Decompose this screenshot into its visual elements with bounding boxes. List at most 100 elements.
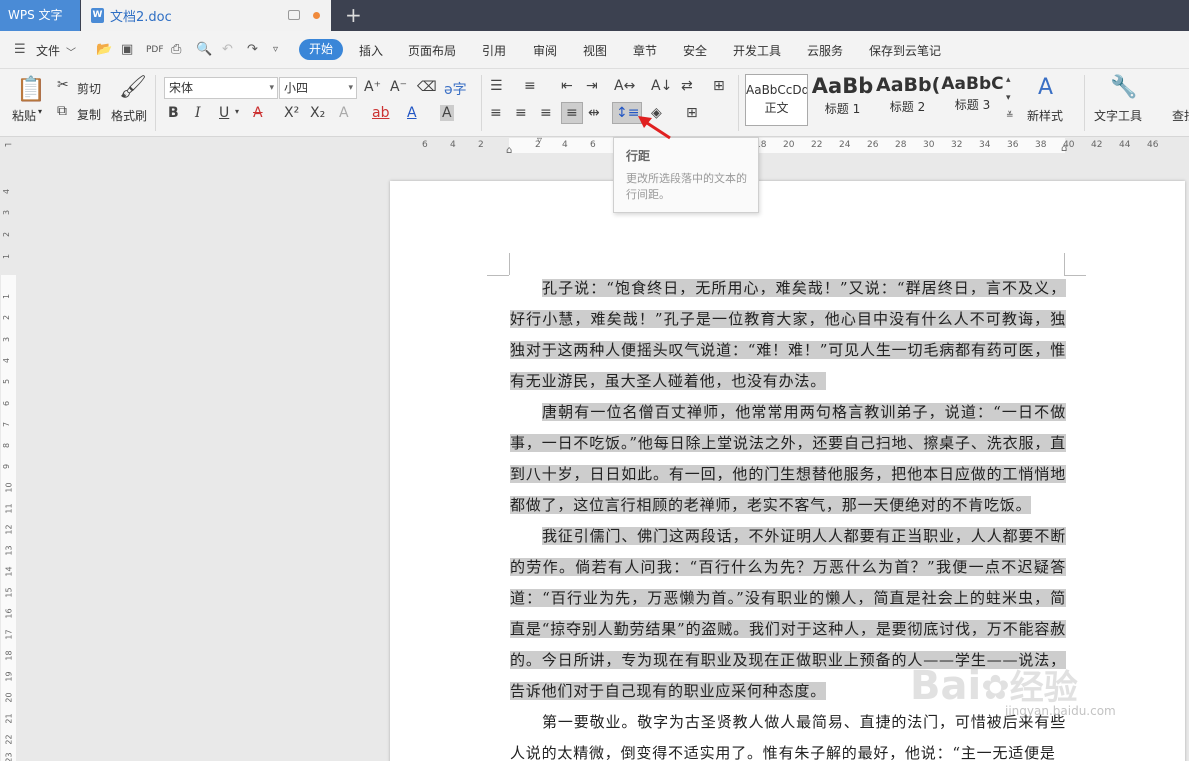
bold-icon[interactable]: B	[168, 105, 179, 121]
styles-scroll-down-icon[interactable]: ▾	[1006, 93, 1011, 103]
increase-indent-icon[interactable]: ⇥	[586, 78, 598, 94]
styles-scroll-up-icon[interactable]: ▴	[1006, 75, 1011, 85]
align-center-icon[interactable]: ≡	[515, 105, 527, 121]
clear-format-icon[interactable]: ⌫	[417, 79, 437, 95]
tab-save-to-cloud-notes[interactable]: 保存到云笔记	[869, 42, 941, 59]
paragraph[interactable]: 孔子说：“饱食终日，无所用心，难矣哉！”又说：“群居终日，言不及义，好行小慧，难…	[510, 273, 1066, 397]
underline-dropdown-icon[interactable]: ▾	[235, 107, 239, 116]
tab-insert[interactable]: 插入	[359, 42, 383, 59]
pdf-icon[interactable]: PDF	[146, 45, 164, 55]
horizontal-ruler[interactable]: ⌐ 6 4 2 2 4 6 8 10 12 14 16 18 20 22 24 …	[0, 135, 1189, 156]
align-right-icon[interactable]: ≡	[540, 105, 552, 121]
highlight-icon[interactable]: ab	[372, 105, 389, 121]
char-shading-icon[interactable]: A	[440, 105, 454, 121]
tab-developer[interactable]: 开发工具	[733, 42, 781, 59]
ruler-number: 38	[1035, 140, 1047, 150]
format-painter-button[interactable]: 格式刷	[111, 107, 147, 124]
shrink-font-icon[interactable]: A⁻	[390, 79, 407, 95]
tab-security[interactable]: 安全	[683, 42, 707, 59]
save-icon[interactable]: ▣	[121, 42, 133, 57]
first-line-indent-marker-icon[interactable]: ▿	[537, 135, 542, 146]
table-icon[interactable]: ⊞	[713, 78, 725, 94]
wrench-icon[interactable]: 🔧	[1110, 75, 1137, 100]
quick-access-dropdown-icon[interactable]: ▿	[273, 44, 278, 55]
borders-icon[interactable]: ⊞	[686, 105, 698, 121]
distributed-icon[interactable]: ⇹	[588, 105, 600, 121]
underline-icon[interactable]: U	[219, 105, 229, 121]
ribbon: 📋 粘贴 ▾ ✂ 剪切 ⧉ 复制 🖌 格式刷 宋体 ▾ 小四 ▾ A⁺ A⁻ ⌫ ə…	[0, 69, 1189, 137]
file-menu[interactable]: 文件	[36, 42, 60, 59]
paste-button[interactable]: 粘贴	[12, 107, 36, 124]
new-style-icon[interactable]: A	[1038, 75, 1053, 100]
tab-home[interactable]: 开始	[299, 39, 343, 60]
italic-icon[interactable]: I	[195, 105, 201, 121]
redo-icon[interactable]: ↷	[247, 42, 258, 57]
styles-more-icon[interactable]: ≚	[1006, 111, 1014, 121]
style-heading-2[interactable]: AaBb( 标题 2	[876, 74, 939, 126]
align-left-icon[interactable]: ≡	[490, 105, 502, 121]
superscript-icon[interactable]: X²	[284, 105, 299, 121]
format-painter-icon[interactable]: 🖌	[119, 75, 147, 100]
find-button[interactable]: 查找	[1172, 107, 1189, 124]
tab-review[interactable]: 审阅	[533, 42, 557, 59]
numbering-icon[interactable]: ≡	[524, 78, 536, 94]
font-size-select[interactable]: 小四 ▾	[279, 77, 357, 99]
open-icon[interactable]: 📂	[96, 42, 112, 57]
new-style-button[interactable]: 新样式	[1027, 107, 1063, 124]
chevron-down-icon[interactable]: ﹀	[66, 44, 76, 59]
left-indent-marker-icon[interactable]: ⌂	[506, 145, 512, 156]
margin-corner-mark	[509, 253, 510, 275]
margin-corner-mark	[1064, 253, 1065, 275]
paragraph[interactable]: 唐朝有一位名僧百丈禅师，他常常用两句格言教训弟子，说道：“一日不做事，一日不吃饭…	[510, 397, 1066, 521]
tab-view[interactable]: 视图	[583, 42, 607, 59]
style-heading-3[interactable]: AaBbC 标题 3	[941, 74, 1004, 126]
copy-button[interactable]: 复制	[77, 106, 101, 123]
print-icon[interactable]: ⎙	[171, 42, 181, 57]
annotation-arrow-icon	[638, 116, 671, 140]
subscript-icon[interactable]: X₂	[310, 105, 325, 121]
style-preview: AaBbC	[941, 74, 1004, 94]
tab-stop-selector-icon[interactable]: ⌐	[4, 140, 12, 151]
watermark-text: Bai	[910, 663, 982, 709]
app-tab[interactable]: WPS 文字	[0, 0, 80, 31]
scissors-icon[interactable]: ✂	[57, 77, 69, 93]
print-preview-icon[interactable]: 🔍	[196, 42, 212, 57]
new-tab-button[interactable]: +	[345, 3, 362, 27]
ruler-number: 6	[2, 400, 12, 407]
undo-icon[interactable]: ↶	[222, 42, 233, 57]
paste-dropdown-icon[interactable]: ▾	[38, 107, 42, 116]
copy-icon[interactable]: ⧉	[57, 103, 67, 119]
ruler-number: 20	[4, 692, 14, 703]
right-indent-marker-icon[interactable]: ⌂	[1061, 143, 1067, 154]
style-heading-1[interactable]: AaBb 标题 1	[811, 74, 874, 126]
font-color-icon[interactable]: A	[407, 105, 417, 121]
ruler-number: 10	[4, 482, 14, 493]
grow-font-icon[interactable]: A⁺	[364, 79, 381, 95]
paragraph-text: 第一要敬业。敬字为古圣贤教人做人最简易、直捷的法门，可惜被后来有些人说的太精微，…	[510, 713, 1066, 761]
tab-chapter[interactable]: 章节	[633, 42, 657, 59]
decrease-indent-icon[interactable]: ⇤	[561, 78, 573, 94]
hamburger-icon[interactable]: ☰	[14, 42, 26, 57]
vertical-ruler[interactable]: 4 3 2 1 1 2 3 4 5 6 7 8 9 10 11 12 13 14…	[0, 155, 18, 761]
cut-button[interactable]: 剪切	[77, 80, 101, 97]
tab-references[interactable]: 引用	[482, 42, 506, 59]
text-tools-button[interactable]: 文字工具	[1094, 107, 1142, 124]
phonetic-guide-icon[interactable]: ə字	[444, 79, 467, 99]
show-hide-marks-icon[interactable]: ⇄	[681, 78, 693, 94]
sort-icon[interactable]: A↓	[651, 78, 672, 94]
document-tab[interactable]: W 文档2.doc	[81, 0, 331, 31]
style-normal[interactable]: AaBbCcDd 正文	[745, 74, 808, 126]
paste-icon[interactable]: 📋	[16, 75, 46, 103]
font-name-select[interactable]: 宋体 ▾	[164, 77, 278, 99]
strikethrough-icon[interactable]: A	[253, 105, 263, 121]
text-effect-icon[interactable]: A	[339, 105, 349, 121]
bullets-icon[interactable]: ☰	[490, 78, 503, 94]
tab-page-layout[interactable]: 页面布局	[408, 42, 456, 59]
tab-cloud-service[interactable]: 云服务	[807, 42, 843, 59]
ruler-number: 30	[923, 140, 935, 150]
chevron-down-icon: ▾	[269, 83, 274, 93]
text-direction-icon[interactable]: A↔	[614, 78, 635, 94]
justify-button[interactable]: ≡	[561, 102, 583, 124]
window-mode-icon[interactable]	[288, 10, 300, 20]
paragraph[interactable]: 第一要敬业。敬字为古圣贤教人做人最简易、直捷的法门，可惜被后来有些人说的太精微，…	[510, 707, 1066, 761]
